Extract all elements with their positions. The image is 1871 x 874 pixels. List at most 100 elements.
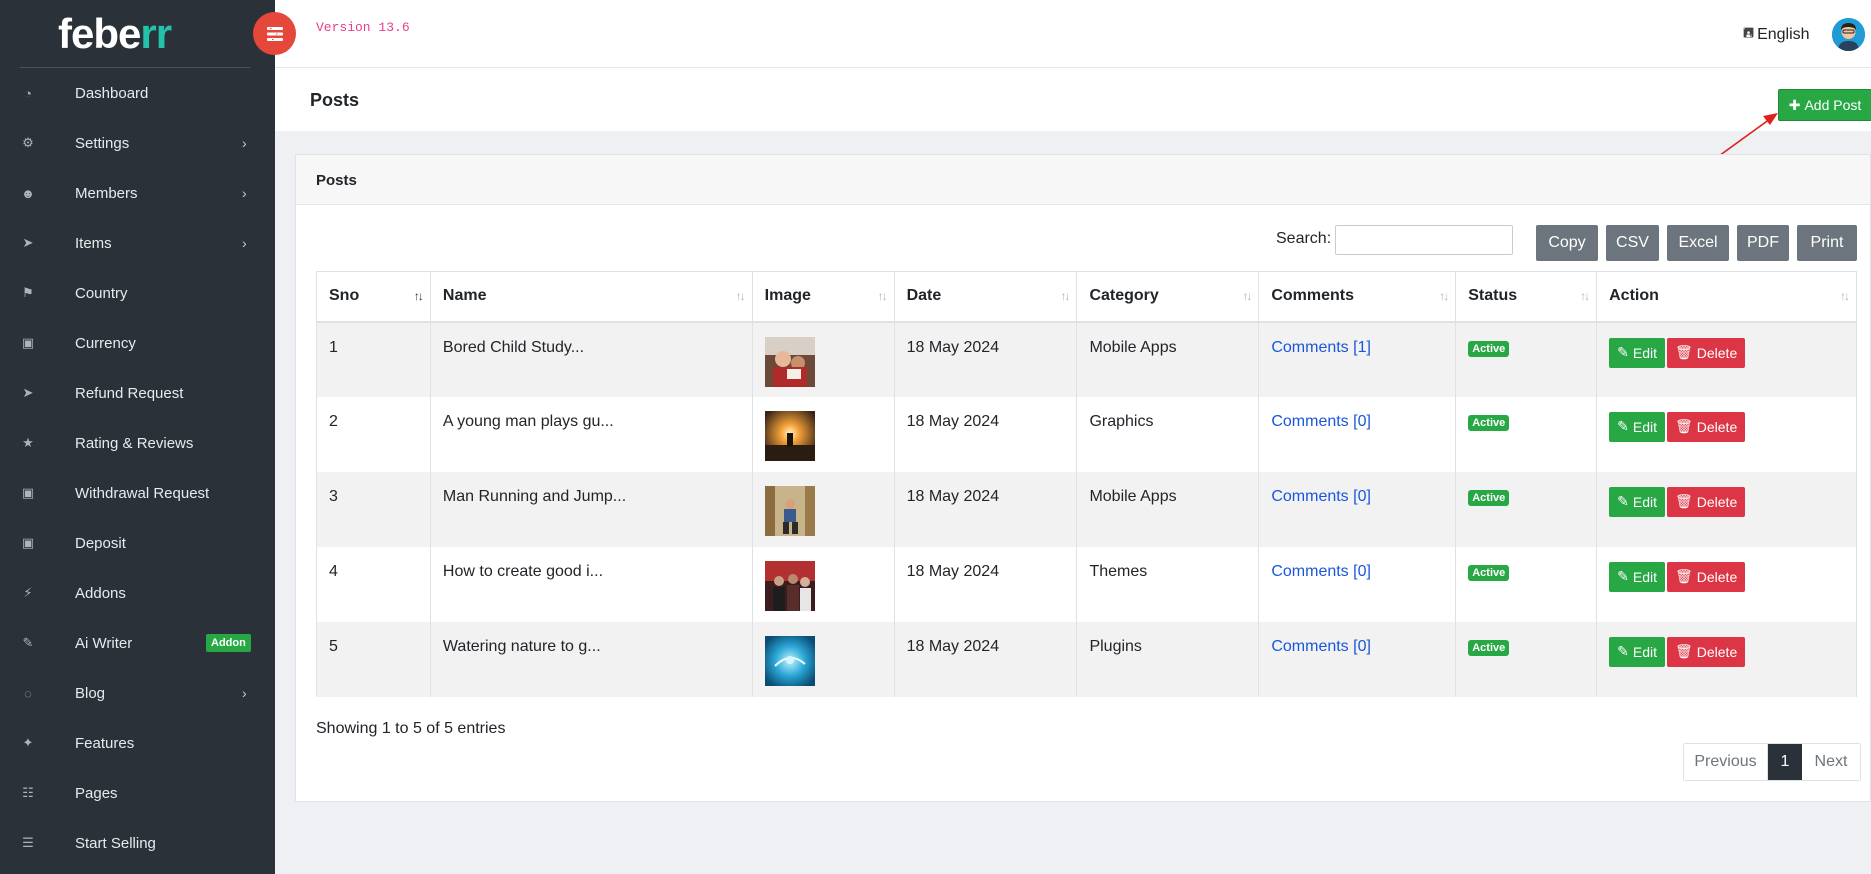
avatar[interactable] [1832,18,1865,51]
edit-icon: ✎ [22,635,34,650]
comments-link[interactable]: Comments [1] [1271,339,1371,356]
delete-button[interactable]: 🗑 Delete [1666,561,1746,592]
column-header-sno[interactable]: Sno ↑↓ [316,271,431,323]
delete-label: Delete [1696,643,1738,660]
cell-comments: Comments [0] [1258,621,1457,697]
cogs-icon: ⚙ [22,135,34,150]
search-input[interactable] [1335,225,1513,255]
sidebar-item-features[interactable]: ✦ Features [0,718,275,768]
cell-image [751,546,895,622]
cell-comments: Comments [1] [1258,321,1457,397]
language-icon: 🖪 [1743,25,1755,40]
delete-button[interactable]: 🗑 Delete [1666,411,1746,442]
column-label: Category [1089,287,1159,305]
sidebar-item-currency[interactable]: ▣ Currency [0,318,275,368]
sidebar-item-pages[interactable]: ☷ Pages [0,768,275,818]
cell-image [751,471,895,547]
sidebar-item-items[interactable]: ➤ Items › [0,218,275,268]
trash-icon: 🗑 [1674,643,1693,659]
print-button[interactable]: Print [1797,225,1857,261]
edit-icon: ✎ [1617,344,1629,360]
magic-icon: ✦ [22,735,34,750]
copy-button[interactable]: Copy [1536,225,1598,261]
cell-name: Bored Child Study... [429,321,753,397]
comments-link[interactable]: Comments [0] [1271,563,1371,580]
add-post-button[interactable]: ✚ Add Post [1778,89,1871,121]
next-page-button[interactable]: Next [1802,744,1860,780]
column-label: Name [442,287,487,305]
sidebar-item-country[interactable]: ⚑ Country [0,268,275,318]
previous-page-button[interactable]: Previous [1684,744,1768,780]
delete-button[interactable]: 🗑 Delete [1666,636,1746,667]
cell-category: Graphics [1076,396,1260,472]
column-header-status[interactable]: Status ↑↓ [1455,271,1598,323]
edit-icon: ✎ [1617,493,1629,509]
cell-status: Active [1455,396,1598,472]
status-badge: Active [1468,489,1510,506]
column-header-category[interactable]: Category ↑↓ [1076,271,1260,323]
column-header-image[interactable]: Image ↑↓ [751,271,895,323]
sort-asc-icon: ↑↓ [413,289,424,303]
sidebar-item-members[interactable]: ☻ Members › [0,168,275,218]
sidebar-item-addons[interactable]: ⚡ Addons [0,568,275,618]
addon-badge: Addon [206,634,251,652]
status-badge: Active [1468,639,1510,656]
edit-icon: ✎ [1617,568,1629,584]
language-label: English [1757,26,1810,43]
sidebar-item-dashboard[interactable]: ◔ Dashboard [0,68,275,118]
edit-button[interactable]: ✎ Edit [1609,337,1665,368]
brand-logo-accent-text: rr [140,10,172,57]
sort-icon: ↑↓ [1439,289,1449,303]
cell-action: ✎ Edit 🗑 Delete [1596,321,1857,397]
excel-button[interactable]: Excel [1667,225,1729,261]
sidebar-item-deposit[interactable]: ▣ Deposit [0,518,275,568]
top-bar: Version 13.6 🖪 English [275,0,1871,68]
column-header-action[interactable]: Action ↑↓ [1596,271,1857,323]
table-row: 3 Man Running and Jump... 18 May 2024 Mobil… [316,471,1857,547]
edit-button[interactable]: ✎ Edit [1609,561,1665,592]
delete-button[interactable]: 🗑 Delete [1666,337,1746,368]
cell-category: Themes [1076,546,1260,622]
cell-name: How to create good i... [429,546,753,622]
sidebar-toggle-button[interactable] [253,12,296,55]
edit-icon: ✎ [1617,418,1629,434]
star-icon: ★ [22,435,34,450]
table-row: 4 How to create good i... 18 May 2024 Theme… [316,546,1857,622]
comments-link[interactable]: Comments [0] [1271,638,1371,655]
cell-status: Active [1455,321,1598,397]
trash-icon: 🗑 [1674,568,1693,584]
sidebar-item-settings[interactable]: ⚙ Settings › [0,118,275,168]
sidebar-item-label: Settings [75,134,130,152]
sidebar-item-refund-request[interactable]: ➤ Refund Request [0,368,275,418]
edit-button[interactable]: ✎ Edit [1609,411,1665,442]
cell-sno: 1 [316,321,431,397]
sidebar: feberr ◔ Dashboard ⚙ Settings › ☻ Members › ➤ Ite… [0,0,275,874]
column-header-date[interactable]: Date ↑↓ [893,271,1078,323]
delete-button[interactable]: 🗑 Delete [1666,486,1746,517]
column-header-comments[interactable]: Comments ↑↓ [1258,271,1457,323]
status-badge: Active [1468,414,1510,431]
cell-name: Watering nature to g... [429,621,753,697]
language-selector[interactable]: 🖪 English [1743,24,1810,46]
pdf-button[interactable]: PDF [1737,225,1789,261]
sidebar-item-rating-reviews[interactable]: ★ Rating & Reviews [0,418,275,468]
edit-button[interactable]: ✎ Edit [1609,486,1665,517]
sidebar-item-withdrawal-request[interactable]: ▣ Withdrawal Request [0,468,275,518]
page-1-button[interactable]: 1 [1768,744,1802,780]
edit-button[interactable]: ✎ Edit [1609,636,1665,667]
comments-link[interactable]: Comments [0] [1271,413,1371,430]
comments-link[interactable]: Comments [0] [1271,488,1371,505]
page-header: Posts ✚ Add Post [275,68,1871,131]
search-label: Search: [1276,230,1332,247]
sidebar-item-label: Dashboard [75,84,149,102]
csv-button[interactable]: CSV [1606,225,1659,261]
cell-date: 18 May 2024 [893,621,1078,697]
sidebar-item-blog[interactable]: ◌ Blog › [0,668,275,718]
sidebar-item-ai-writer[interactable]: ✎ Ai Writer Addon [0,618,275,668]
brand-logo[interactable]: feberr [58,10,172,58]
sidebar-item-start-selling[interactable]: ☰ Start Selling [0,818,275,868]
post-thumbnail [764,635,815,686]
sidebar-item-label: Blog [75,684,106,702]
column-header-name[interactable]: Name ↑↓ [429,271,753,323]
sidebar-item-label: Pages [75,784,118,802]
